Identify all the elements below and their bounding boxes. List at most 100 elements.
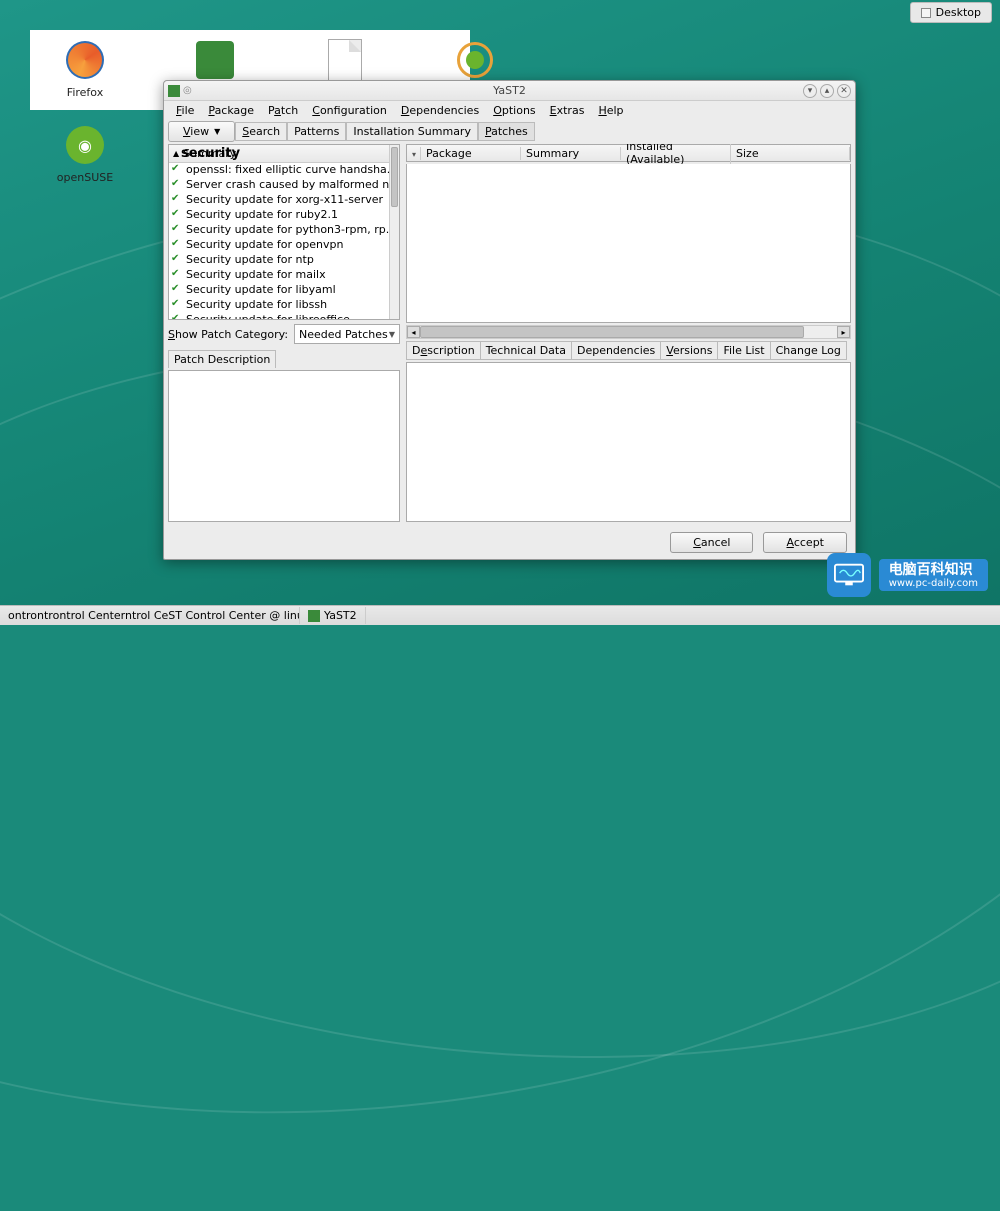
tab-technical-data[interactable]: Technical Data: [480, 341, 572, 360]
check-icon: [172, 210, 182, 220]
chip-icon: [196, 41, 234, 79]
yast-app-icon: [308, 610, 320, 622]
check-icon: [172, 165, 182, 175]
tab-search[interactable]: Search: [235, 122, 287, 141]
menu-patch[interactable]: Patch: [262, 103, 304, 118]
desktop-icons-row2: ◉ openSUSE: [50, 125, 120, 184]
patch-row[interactable]: Security update for xorg-x11-server: [169, 192, 389, 207]
menu-options[interactable]: Options: [487, 103, 541, 118]
show-patch-category-label: Show Patch Category:: [168, 328, 288, 341]
menu-file[interactable]: File: [170, 103, 200, 118]
check-icon: [172, 255, 182, 265]
desktop-icon-opensuse[interactable]: ◉ openSUSE: [50, 125, 120, 184]
right-pane: ▾ Package Summary Installed (Available) …: [406, 144, 851, 522]
detail-body: [406, 362, 851, 522]
tab-versions[interactable]: Versions: [660, 341, 718, 360]
chevron-down-icon: ▼: [389, 330, 395, 339]
left-pane: ▲ Summary security openssl: fixed ellipt…: [168, 144, 400, 522]
updater-icon: [457, 42, 493, 78]
patch-row[interactable]: Security update for libssh: [169, 297, 389, 312]
package-table-header: ▾ Package Summary Installed (Available) …: [406, 144, 851, 162]
tab-patterns[interactable]: Patterns: [287, 122, 346, 141]
opensuse-icon: ◉: [66, 126, 104, 164]
check-icon: [172, 300, 182, 310]
scroll-left-button[interactable]: ◂: [407, 326, 420, 338]
document-icon: [328, 39, 362, 81]
watermark-monitor-icon: [827, 553, 871, 597]
tab-file-list[interactable]: File List: [717, 341, 770, 360]
scrollbar-horizontal[interactable]: ◂ ▸: [406, 325, 851, 339]
watermark-text: 电脑百科知识 www.pc-daily.com: [879, 559, 988, 591]
column-size[interactable]: Size: [731, 147, 850, 160]
desktop-icon-label: openSUSE: [57, 171, 113, 184]
scroll-right-button[interactable]: ▸: [837, 326, 850, 338]
patch-category-heading: security: [169, 145, 389, 162]
window-titlebar[interactable]: ◎ YaST2 ▾ ▴ ✕: [164, 81, 855, 101]
accept-button[interactable]: Accept: [763, 532, 847, 553]
status-column[interactable]: ▾: [407, 147, 421, 160]
check-icon: [172, 225, 182, 235]
tab-dependencies[interactable]: Dependencies: [571, 341, 661, 360]
patch-row[interactable]: Security update for ntp: [169, 252, 389, 267]
check-icon: [172, 315, 182, 320]
filter-toolbar: View ▼ Search Patterns Installation Summ…: [164, 119, 855, 144]
cancel-button[interactable]: Cancel: [670, 532, 753, 553]
check-icon: [172, 180, 182, 190]
patch-category-combo[interactable]: Needed Patches ▼: [294, 324, 400, 344]
check-icon: [172, 285, 182, 295]
taskbar-item-label: YaST2: [324, 609, 357, 622]
menu-extras[interactable]: Extras: [544, 103, 591, 118]
maximize-button[interactable]: ▴: [820, 84, 834, 98]
menu-help[interactable]: Help: [592, 103, 629, 118]
package-table-body[interactable]: [406, 164, 851, 323]
tab-patches[interactable]: Patches: [478, 122, 535, 141]
window-title: YaST2: [164, 84, 855, 97]
menu-bar: File Package Patch Configuration Depende…: [164, 101, 855, 119]
patch-row[interactable]: Security update for libyaml: [169, 282, 389, 297]
dialog-button-row: Cancel Accept: [164, 526, 855, 559]
taskbar-item-yast2[interactable]: YaST2: [300, 607, 366, 624]
taskbar: ontrontrontrol Centerntrol CeST Control …: [0, 605, 1000, 625]
chevron-down-icon: ▾: [412, 150, 416, 159]
patch-row[interactable]: Security update for libreoffice: [169, 312, 389, 319]
check-icon: [172, 195, 182, 205]
watermark: 电脑百科知识 www.pc-daily.com: [827, 553, 988, 597]
desktop-icon: [921, 8, 931, 18]
patch-row[interactable]: Security update for python3-rpm, rp...: [169, 222, 389, 237]
view-dropdown-button[interactable]: View ▼: [168, 121, 235, 142]
column-installed[interactable]: Installed (Available): [621, 144, 731, 166]
patch-row[interactable]: Security update for mailx: [169, 267, 389, 282]
desktop-icon-label: Firefox: [67, 86, 103, 99]
check-icon: [172, 270, 182, 280]
column-summary[interactable]: Summary: [521, 147, 621, 160]
taskbar-item-control-center[interactable]: ontrontrontrol Centerntrol CeST Control …: [0, 607, 300, 624]
menu-configuration[interactable]: Configuration: [306, 103, 393, 118]
yast2-window: ◎ YaST2 ▾ ▴ ✕ File Package Patch Configu…: [163, 80, 856, 560]
patch-list[interactable]: ▲ Summary security openssl: fixed ellipt…: [168, 144, 400, 320]
patch-description-label: Patch Description: [168, 350, 276, 368]
minimize-button[interactable]: ▾: [803, 84, 817, 98]
column-package[interactable]: Package: [421, 147, 521, 160]
tab-installation-summary[interactable]: Installation Summary: [346, 122, 478, 141]
view-label: View: [183, 125, 209, 138]
show-desktop-button[interactable]: Desktop: [910, 2, 992, 23]
combo-value: Needed Patches: [299, 328, 388, 341]
check-icon: [172, 240, 182, 250]
firefox-icon: [66, 41, 104, 79]
patch-row[interactable]: Security update for ruby2.1: [169, 207, 389, 222]
tab-description[interactable]: Description: [406, 341, 481, 360]
tab-change-log[interactable]: Change Log: [770, 341, 847, 360]
patch-description-box: [168, 370, 400, 522]
desktop-icon-firefox[interactable]: Firefox: [50, 40, 120, 99]
chevron-down-icon: ▼: [214, 127, 220, 136]
patch-category-row: Show Patch Category: Needed Patches ▼: [168, 322, 400, 346]
scrollbar-vertical[interactable]: [389, 145, 399, 319]
menu-dependencies[interactable]: Dependencies: [395, 103, 485, 118]
menu-package[interactable]: Package: [202, 103, 260, 118]
desktop-button-label: Desktop: [936, 6, 981, 19]
patch-row[interactable]: openssl: fixed elliptic curve handsha...: [169, 162, 389, 177]
close-button[interactable]: ✕: [837, 84, 851, 98]
patch-row[interactable]: Server crash caused by malformed n...: [169, 177, 389, 192]
patch-row[interactable]: Security update for openvpn: [169, 237, 389, 252]
detail-tabs: Description Technical Data Dependencies …: [406, 341, 851, 360]
